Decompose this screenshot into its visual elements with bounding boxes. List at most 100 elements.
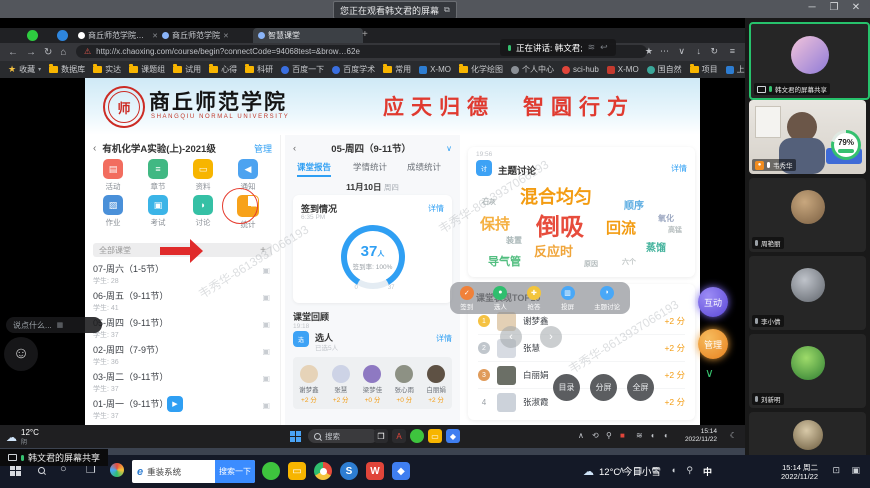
bookmark-xmol2[interactable]: X-MO bbox=[607, 65, 639, 74]
bookmark-xmol[interactable]: X-MO bbox=[419, 65, 451, 74]
bookmark-folder[interactable]: 课题组 bbox=[129, 64, 165, 75]
tab-close-icon[interactable]: ✕ bbox=[223, 32, 229, 40]
pick-activity-row[interactable]: 选 选人 已选5人 详情 bbox=[293, 331, 452, 351]
chevron-down-icon[interactable]: ∨ bbox=[446, 144, 452, 153]
tool-discussion[interactable]: ◗主题讨论 bbox=[594, 286, 620, 311]
minimize-button[interactable]: ─ bbox=[804, 2, 820, 13]
signin-detail-link[interactable]: 详情 bbox=[428, 203, 444, 214]
tray-expand-icon[interactable]: ∧ bbox=[578, 431, 584, 440]
session-row[interactable]: 06-周五（9-11节）学生: 41▣ bbox=[93, 289, 272, 314]
session-menu-icon[interactable]: ▣ bbox=[262, 293, 270, 302]
mic-tray-icon[interactable]: ⚲ bbox=[606, 431, 612, 440]
search-icon[interactable] bbox=[38, 467, 45, 474]
task-view-icon[interactable]: ❐ bbox=[374, 429, 388, 443]
session-menu-icon[interactable]: ▣ bbox=[262, 374, 270, 383]
green-app-icon[interactable] bbox=[410, 429, 424, 443]
meeting-app-icon[interactable]: ◆ bbox=[446, 429, 460, 443]
bookmark-folder[interactable]: 心得 bbox=[209, 64, 237, 75]
tool-signin[interactable]: ✓签到 bbox=[460, 286, 474, 311]
discussion-detail-link[interactable]: 详情 bbox=[671, 163, 687, 174]
file-explorer-icon[interactable]: ▭ bbox=[428, 429, 442, 443]
nav-notice[interactable]: ◀通知 bbox=[228, 159, 268, 192]
forward-icon[interactable]: → bbox=[26, 47, 36, 58]
notification-center-icon[interactable]: ⊡ bbox=[832, 465, 840, 476]
bookmark-folder[interactable]: 常用 bbox=[383, 64, 411, 75]
bookmark-folder[interactable]: 数据库 bbox=[49, 64, 85, 75]
link-icon[interactable]: ⚲ bbox=[686, 465, 693, 476]
acrobat-icon[interactable]: A bbox=[392, 429, 406, 443]
tab-class-report[interactable]: 课堂报告 bbox=[297, 161, 331, 177]
nav-discussion[interactable]: ◗讨论 bbox=[183, 195, 223, 228]
bookmark-folder[interactable]: 项目 bbox=[690, 64, 718, 75]
session-menu-icon[interactable]: ▣ bbox=[262, 320, 270, 329]
dropdown-icon[interactable]: ∨ bbox=[678, 46, 685, 57]
bookmark-profile[interactable]: 个人中心 bbox=[511, 64, 554, 75]
bookmark-favorites[interactable]: ★收藏▾ bbox=[8, 64, 41, 75]
play-button[interactable]: ▶ bbox=[167, 396, 183, 412]
collapse-chevron-icon[interactable]: ∨ bbox=[705, 366, 714, 380]
taskbar-search[interactable]: 搜索 bbox=[308, 429, 378, 443]
split-screen-button[interactable]: 分屏 bbox=[590, 374, 617, 401]
meeting-app-icon[interactable]: ◆ bbox=[392, 462, 410, 480]
tool-pick[interactable]: ●选人 bbox=[493, 286, 507, 311]
catalog-button[interactable]: 目录 bbox=[553, 374, 580, 401]
history-icon[interactable]: ↻ bbox=[710, 46, 718, 57]
bookmark-baidu[interactable]: 百度一下 bbox=[281, 64, 324, 75]
participant-tile-video[interactable]: 79% ●韦秀华 bbox=[749, 100, 866, 174]
file-explorer-icon[interactable]: ▭ bbox=[288, 462, 306, 480]
participant-tile[interactable]: 李小倩 bbox=[749, 256, 866, 330]
recording-icon[interactable]: ■ bbox=[620, 431, 625, 440]
next-page-button[interactable]: › bbox=[540, 326, 562, 348]
taskbar-clock[interactable]: 15:14 周二2022/11/22 bbox=[781, 463, 818, 481]
search-go-button[interactable]: 搜索一下 bbox=[215, 460, 255, 483]
return-icon[interactable]: ↩ bbox=[600, 42, 608, 53]
night-mode-icon[interactable]: ☾ bbox=[730, 431, 737, 440]
taskbar-search-box[interactable]: e 重装系统 搜索一下 bbox=[132, 460, 255, 483]
course-manage-link[interactable]: 管理 bbox=[254, 142, 272, 155]
session-row[interactable]: 03-周二（9-11节）学生: 37▣ bbox=[93, 370, 272, 395]
nav-chapters[interactable]: ≡章节 bbox=[138, 159, 178, 192]
close-button[interactable]: ✕ bbox=[848, 2, 864, 13]
tab-learning-stats[interactable]: 学情统计 bbox=[353, 161, 387, 173]
interact-button[interactable]: 互动 bbox=[698, 287, 728, 317]
browser-extension-icon-blue[interactable] bbox=[57, 30, 68, 41]
volume-icon[interactable]: ◖ bbox=[650, 431, 655, 440]
nav-materials[interactable]: ▭资料 bbox=[183, 159, 223, 192]
taskbar-weather[interactable]: ☁ 12°C阴 bbox=[6, 428, 39, 446]
participant-tile-sharing[interactable]: 韩文君的屏幕共享 bbox=[749, 22, 870, 100]
bookmark-folder[interactable]: 试用 bbox=[173, 64, 201, 75]
image-icon[interactable]: ▦ bbox=[57, 321, 64, 329]
prev-page-button[interactable]: ‹ bbox=[500, 326, 522, 348]
volume-icon[interactable]: ◖ bbox=[671, 465, 676, 475]
tool-quiz[interactable]: ✚抢答 bbox=[527, 286, 541, 311]
session-menu-icon[interactable]: ▣ bbox=[262, 401, 270, 410]
nav-exam[interactable]: ▣考试 bbox=[138, 195, 178, 228]
emoji-button[interactable]: ☺ bbox=[4, 337, 38, 371]
tab-teaching-platform[interactable]: 商丘师范学院网络教学平台 ✕ bbox=[73, 28, 163, 43]
start-button[interactable] bbox=[10, 465, 21, 476]
nav-activity[interactable]: ▤活动 bbox=[93, 159, 133, 192]
browser-extension-icon-green[interactable] bbox=[27, 30, 38, 41]
pinwheel-app-icon[interactable] bbox=[110, 463, 124, 477]
home-icon[interactable]: ⌂ bbox=[60, 47, 66, 58]
sogou-icon[interactable]: S bbox=[340, 462, 358, 480]
tray-folder-icon[interactable]: ▤ bbox=[633, 465, 642, 476]
new-tab-button[interactable]: + bbox=[362, 29, 368, 40]
restore-button[interactable]: ❐ bbox=[826, 2, 842, 13]
tab-grade-stats[interactable]: 成绩统计 bbox=[407, 161, 441, 173]
session-row[interactable]: 05-周四（9-11节）学生: 37▣ bbox=[93, 316, 272, 341]
bookmark-scihub[interactable]: sci-hub bbox=[562, 65, 599, 74]
touch-keyboard-icon[interactable]: ▣ bbox=[851, 465, 860, 476]
nav-homework[interactable]: ▨作业 bbox=[93, 195, 133, 228]
network-icon[interactable]: ≋ bbox=[651, 465, 659, 476]
download-icon[interactable]: ↓ bbox=[697, 46, 702, 56]
sync-icon[interactable]: ⟲ bbox=[592, 431, 599, 440]
bookmark-folder[interactable]: 实达 bbox=[93, 64, 121, 75]
bookmark-baidu-scholar[interactable]: 百度学术 bbox=[332, 64, 375, 75]
manage-button[interactable]: 管理 bbox=[698, 329, 728, 359]
ime-indicator[interactable]: 中 bbox=[703, 465, 712, 478]
session-row[interactable]: 02-周四（7-9节）学生: 36▣ bbox=[93, 343, 272, 368]
tool-cast[interactable]: ▥投屏 bbox=[561, 286, 575, 311]
network-icon[interactable]: ≋ bbox=[636, 431, 643, 440]
participant-tile[interactable]: 周艳丽 bbox=[749, 178, 866, 252]
